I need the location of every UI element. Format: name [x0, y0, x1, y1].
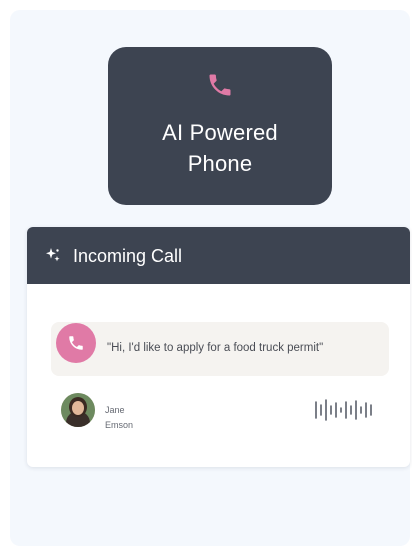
transcript-bubble: "Hi, I'd like to apply for a food truck … [51, 322, 389, 376]
phone-icon [69, 336, 83, 350]
ai-phone-card: AI Powered Phone [108, 47, 332, 205]
sparkle-icon [46, 248, 60, 262]
caller-avatar [61, 393, 95, 427]
caller-first-name: Jane [105, 405, 125, 415]
incoming-call-card: Incoming Call "Hi, I'd like to apply for… [27, 227, 410, 467]
call-card-title: Incoming Call [73, 246, 183, 266]
call-card-header: Incoming Call [27, 227, 410, 284]
phone-icon [209, 74, 231, 96]
transcript-phone-badge [56, 323, 96, 363]
phone-card-title: AI Powered Phone [162, 120, 278, 176]
avatar-image [61, 393, 95, 427]
audio-waveform-icon [315, 399, 372, 421]
transcript-text: "Hi, I'd like to apply for a food truck … [107, 342, 324, 354]
caller-last-name: Emson [105, 420, 134, 430]
canvas: AI Powered Phone Incoming Call "Hi, I'd … [0, 0, 412, 556]
